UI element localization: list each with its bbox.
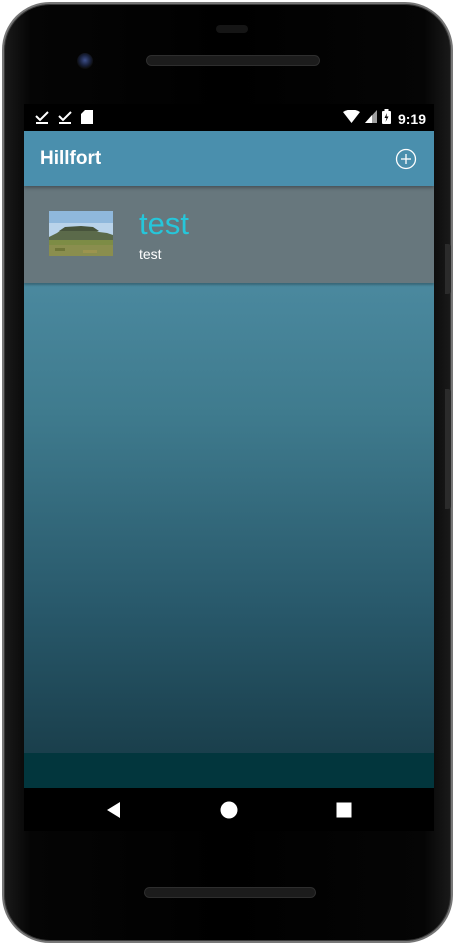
download-done-icon	[58, 110, 72, 129]
top-speaker	[147, 56, 319, 65]
back-icon	[107, 802, 120, 818]
bottom-speaker	[145, 888, 315, 897]
power-button	[445, 244, 451, 294]
back-button[interactable]	[104, 800, 124, 820]
front-camera	[77, 53, 93, 69]
sd-card-icon	[81, 110, 93, 129]
list-item[interactable]: test test	[24, 186, 434, 283]
hillfort-list[interactable]: test test	[24, 186, 434, 753]
cell-signal-icon	[364, 110, 377, 128]
app-title: Hillfort	[40, 148, 102, 169]
recents-button[interactable]	[334, 800, 354, 820]
hillfort-title: test	[139, 206, 189, 241]
screen: 9:19 Hillfort test test	[24, 104, 434, 831]
volume-button	[445, 389, 451, 509]
bottom-bar	[24, 753, 434, 788]
hillfort-description: test	[139, 246, 162, 262]
add-hillfort-button[interactable]	[395, 148, 417, 170]
status-system-icons: 9:19	[342, 109, 426, 129]
app-bar: Hillfort	[24, 131, 434, 186]
battery-charging-icon	[381, 109, 391, 129]
add-circle-icon	[395, 148, 417, 170]
home-button[interactable]	[219, 800, 239, 820]
system-nav-bar	[24, 788, 434, 831]
hillfort-thumbnail	[49, 211, 113, 256]
wifi-icon	[342, 109, 360, 128]
status-notifications	[35, 110, 93, 129]
home-icon	[220, 801, 238, 819]
top-sensor	[216, 25, 248, 33]
status-clock: 9:19	[397, 111, 426, 127]
download-done-icon	[35, 110, 49, 129]
recents-icon	[336, 802, 352, 818]
status-bar: 9:19	[24, 104, 434, 131]
